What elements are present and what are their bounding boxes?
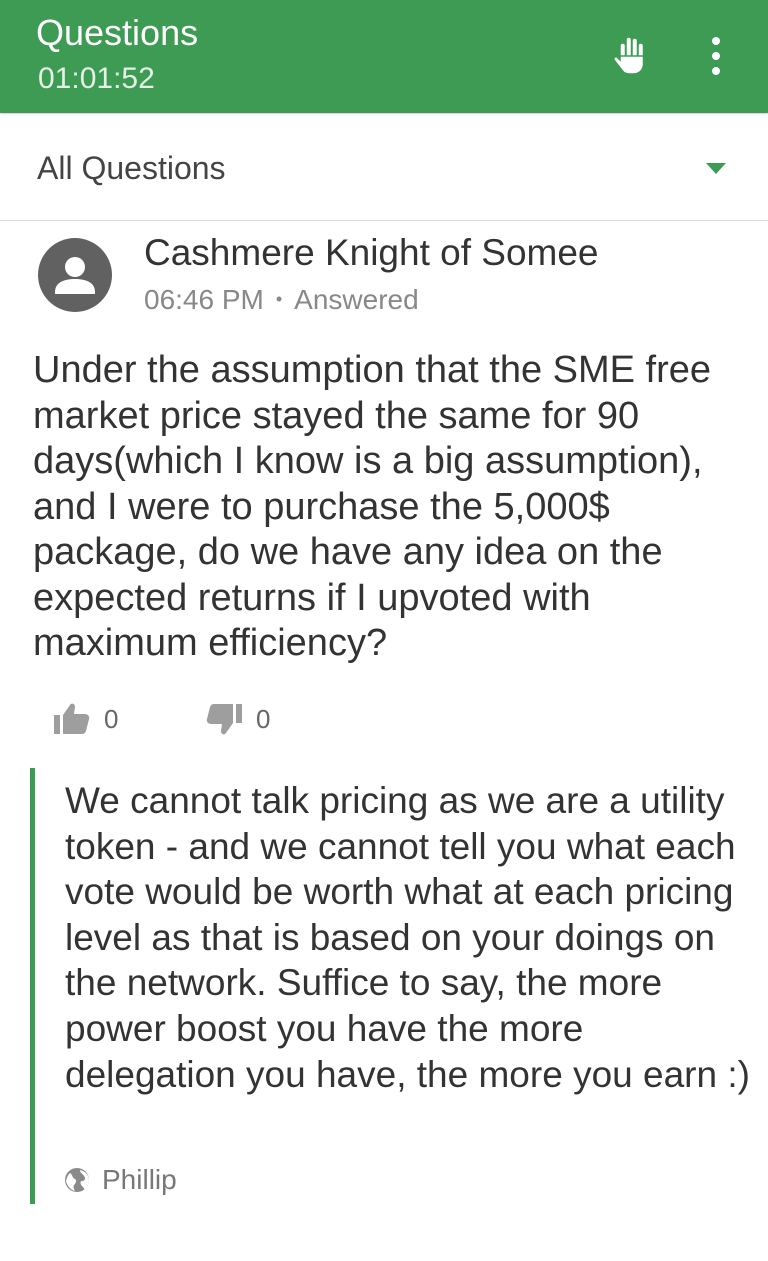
- answer-accent-bar: [30, 768, 35, 1204]
- more-vert-icon[interactable]: [704, 34, 728, 78]
- thumbs-down-icon: [206, 704, 242, 735]
- answerer: Phillip: [64, 1162, 177, 1196]
- app-bar: Questions 01:01:52: [0, 0, 768, 113]
- dropdown-caret-icon[interactable]: [706, 163, 726, 174]
- question-time: 06:46 PM: [144, 284, 264, 315]
- avatar-icon: [38, 238, 112, 312]
- question-meta: 06:46 PM • Answered: [144, 284, 419, 316]
- meta-separator: •: [275, 289, 283, 309]
- thumbs-up-icon: [54, 703, 90, 735]
- globe-icon: [65, 1167, 89, 1192]
- answerer-name: Phillip: [102, 1163, 177, 1195]
- question-author: Cashmere Knight of Somee: [144, 232, 599, 273]
- hand-icon[interactable]: [612, 34, 652, 76]
- session-timer: 01:01:52: [38, 62, 155, 95]
- question-text: Under the assumption that the SME free m…: [33, 349, 712, 664]
- page-title: Questions: [36, 12, 199, 53]
- upvote-button[interactable]: 0: [52, 702, 118, 738]
- downvote-count: 0: [256, 703, 271, 734]
- answer-text: We cannot talk pricing as we are a utili…: [65, 780, 750, 1095]
- question-status: Answered: [294, 284, 419, 315]
- question-filter-dropdown[interactable]: All Questions: [0, 114, 768, 221]
- filter-selected-label: All Questions: [37, 150, 226, 186]
- downvote-button[interactable]: 0: [204, 702, 270, 738]
- upvote-count: 0: [104, 703, 119, 734]
